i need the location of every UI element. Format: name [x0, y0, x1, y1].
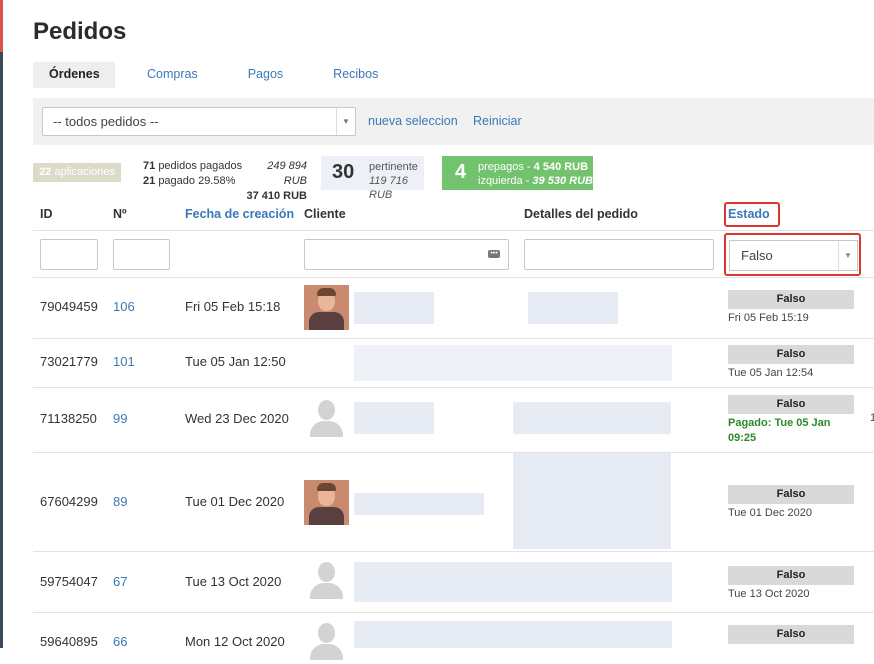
left-accent-bar	[0, 0, 3, 648]
order-date: Mon 12 Oct 2020	[185, 634, 285, 649]
column-header-details: Detalles del pedido	[524, 207, 638, 221]
reset-link[interactable]: Reiniciar	[473, 114, 522, 128]
avatar[interactable]	[304, 558, 349, 603]
paid-summary: 71 pedidos pagados 21 pagado 29.58%	[143, 159, 242, 189]
left-accent-segment	[0, 0, 3, 52]
column-header-id: ID	[40, 207, 53, 221]
applications-label: aplicaciones	[54, 166, 115, 178]
avatar[interactable]	[304, 619, 349, 664]
filter-bar: -- todos pedidos -- ▼ nueva seleccion Re…	[33, 98, 874, 145]
blurred-client-info	[354, 292, 434, 324]
status-badge: Falso	[728, 625, 854, 644]
status-date: Tue 13 Oct 2020	[728, 588, 810, 600]
stats-bar: 22 aplicaciones 71 pedidos pagados 21 pa…	[33, 156, 874, 202]
header-divider	[33, 230, 874, 231]
left-amount: 39 530 RUB	[532, 175, 593, 187]
prepaid-amount: 4 540 RUB	[533, 161, 589, 173]
table-row[interactable]: 67604299 89 Tue 01 Dec 2020 Falso Tue 01…	[33, 453, 874, 551]
order-id: 67604299	[40, 494, 98, 509]
order-date: Fri 05 Feb 15:18	[185, 299, 281, 314]
order-id: 79049459	[40, 299, 98, 314]
status-badge: Falso	[728, 485, 854, 504]
paid-amount: 249 894 RUB	[267, 160, 307, 187]
status-filter-highlight	[724, 233, 861, 276]
status-date: Fri 05 Feb 15:19	[728, 312, 809, 324]
relevant-count: 30	[332, 161, 355, 183]
relevant-label: pertinente	[369, 161, 418, 173]
prepaid-count: 4	[455, 161, 467, 183]
tab-bar: Órdenes Compras Pagos Recibos	[33, 62, 394, 88]
order-id: 59754047	[40, 574, 98, 589]
table-row[interactable]: 71138250 99 Wed 23 Dec 2020 Falso Pagado…	[33, 388, 874, 452]
blurred-order-details	[528, 292, 618, 324]
num-filter-input[interactable]	[113, 239, 170, 270]
order-selection-dropdown[interactable]: -- todos pedidos -- ▼	[42, 107, 356, 136]
avatar[interactable]	[304, 480, 349, 525]
column-header-num: Nº	[113, 207, 127, 221]
status-date: Tue 01 Dec 2020	[728, 507, 812, 519]
paid-pct-count: 21	[143, 175, 156, 187]
status-header-highlight	[724, 202, 780, 227]
paid-amounts: 249 894 RUB 37 410 RUB	[245, 159, 307, 204]
status-badge: Falso	[728, 345, 854, 364]
order-date: Tue 13 Oct 2020	[185, 574, 282, 589]
order-id: 71138250	[40, 411, 97, 426]
new-selection-link[interactable]: nueva seleccion	[368, 114, 458, 128]
paid-count: 71	[143, 160, 156, 172]
details-filter-input[interactable]	[524, 239, 714, 270]
table-row[interactable]: 59754047 67 Tue 13 Oct 2020 Falso Tue 13…	[33, 552, 874, 612]
blurred-client-info	[354, 562, 672, 602]
order-number-link[interactable]: 99	[113, 411, 127, 426]
paid-pct-amount: 37 410 RUB	[246, 190, 307, 202]
left-label: izquierda -	[478, 175, 530, 187]
column-header-created[interactable]: Fecha de creación	[185, 207, 294, 221]
blurred-order-details	[513, 453, 671, 549]
applications-count: 22	[39, 166, 52, 178]
order-number-link[interactable]: 67	[113, 574, 127, 589]
order-id: 73021779	[40, 354, 98, 369]
chevron-down-icon: ▼	[336, 108, 355, 135]
order-date: Tue 05 Jan 12:50	[185, 354, 286, 369]
avatar[interactable]	[304, 285, 349, 330]
prepaid-box[interactable]: 4 prepagos - 4 540 RUB izquierda - 39 53…	[442, 156, 593, 190]
order-number-link[interactable]: 66	[113, 634, 127, 649]
paid-pct-label: pagado 29.58%	[158, 175, 236, 187]
tab-compras[interactable]: Compras	[131, 62, 214, 88]
paid-status-text: Pagado: Tue 05 Jan 09:25	[728, 417, 831, 444]
order-number-link[interactable]: 106	[113, 299, 135, 314]
relevant-amount: 119 716 RUB	[369, 175, 408, 201]
column-header-client: Cliente	[304, 207, 346, 221]
blurred-client-info	[354, 345, 672, 381]
order-id: 59640895	[40, 634, 98, 649]
blurred-order-details	[513, 402, 671, 434]
table-row[interactable]: 59640895 66 Mon 12 Oct 2020 Falso	[33, 613, 874, 660]
status-badge: Falso	[728, 290, 854, 309]
more-dots-icon[interactable]: •••	[488, 250, 500, 258]
tab-recibos[interactable]: Recibos	[317, 62, 394, 88]
client-filter-input[interactable]: •••	[304, 239, 509, 270]
applications-badge[interactable]: 22 aplicaciones	[33, 163, 121, 182]
paid-label: pedidos pagados	[158, 160, 243, 172]
blurred-client-info	[354, 621, 672, 648]
order-date: Tue 01 Dec 2020	[185, 494, 285, 509]
table-row[interactable]: 73021779 101 Tue 05 Jan 12:50 Falso Tue …	[33, 339, 874, 387]
order-selection-value: -- todos pedidos --	[53, 114, 159, 129]
page-title: Pedidos	[33, 18, 127, 45]
prepaid-label: prepagos -	[478, 161, 531, 173]
avatar[interactable]	[304, 396, 349, 441]
order-number-link[interactable]: 101	[113, 354, 135, 369]
order-number-link[interactable]: 89	[113, 494, 127, 509]
order-date: Wed 23 Dec 2020	[185, 411, 289, 426]
status-badge: Falso	[728, 395, 854, 414]
table-row[interactable]: 79049459 106 Fri 05 Feb 15:18 Falso Fri …	[33, 278, 874, 338]
status-badge: Falso	[728, 566, 854, 585]
tab-ordenes[interactable]: Órdenes	[33, 62, 115, 88]
id-filter-input[interactable]	[40, 239, 98, 270]
status-date: Tue 05 Jan 12:54	[728, 367, 814, 379]
clipped-edge-text: 1	[870, 412, 874, 424]
relevant-box[interactable]: 30 pertinente 119 716 RUB	[321, 156, 424, 201]
tab-pagos[interactable]: Pagos	[232, 62, 299, 88]
blurred-client-info	[354, 493, 484, 515]
blurred-client-info	[354, 402, 434, 434]
